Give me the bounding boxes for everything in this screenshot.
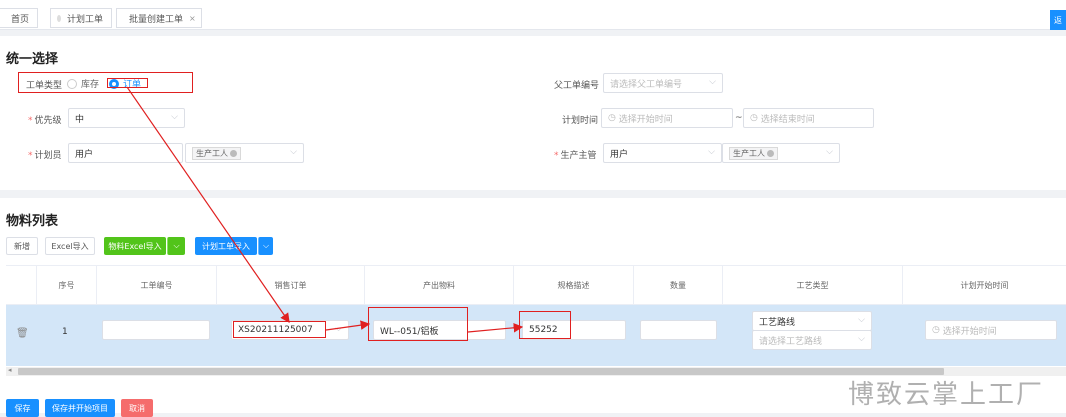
scrollbar-thumb[interactable]	[18, 368, 944, 375]
watermark: 博致云掌上工厂	[848, 380, 1045, 410]
scroll-left-icon[interactable]: ◂	[8, 366, 12, 374]
cancel-button[interactable]: 取消	[121, 399, 153, 417]
arrow-line	[325, 320, 371, 331]
arrow-line	[126, 86, 290, 323]
save-button[interactable]: 保存	[6, 399, 39, 417]
annotation-arrows	[126, 86, 524, 333]
arrow-line	[467, 322, 524, 333]
save-and-start-button[interactable]: 保存并开始项目	[45, 399, 115, 417]
